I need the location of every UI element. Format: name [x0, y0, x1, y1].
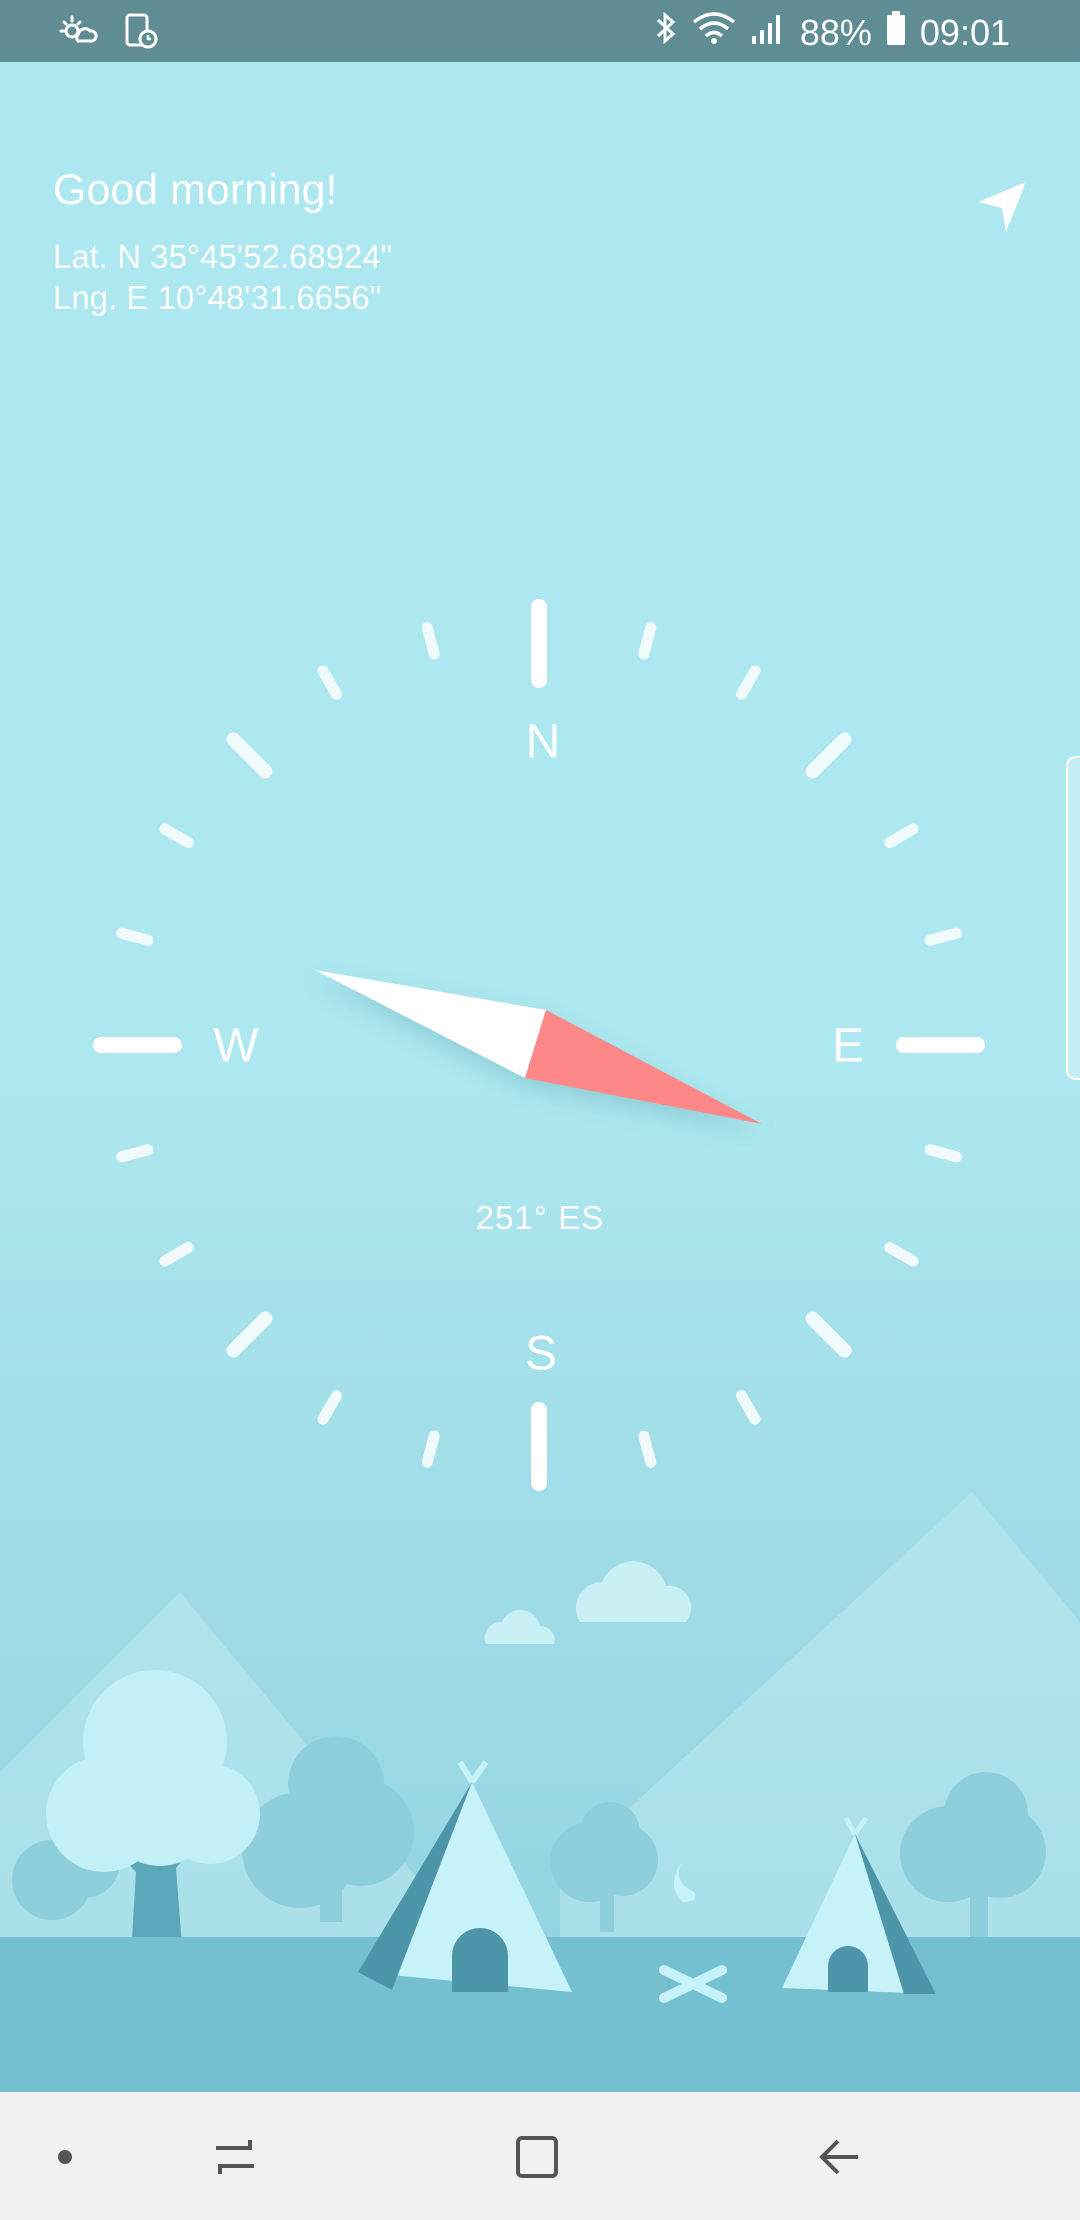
- clock: 09:01: [919, 11, 1010, 53]
- back-icon[interactable]: [794, 2122, 884, 2192]
- battery-percent: 88%: [799, 11, 872, 53]
- status-bar: 88% 09:01: [0, 0, 1080, 62]
- weather-icon: [58, 13, 98, 54]
- wifi-icon: [692, 10, 736, 55]
- signal-icon: [750, 10, 786, 55]
- bluetooth-icon: [654, 10, 678, 55]
- landscape-illustration: [0, 1492, 1080, 2092]
- dot-icon[interactable]: [20, 2122, 110, 2192]
- cloud-icon: [484, 1561, 692, 1644]
- home-icon[interactable]: [492, 2122, 582, 2192]
- battery-icon: [886, 11, 906, 54]
- recent-apps-icon[interactable]: [190, 2122, 280, 2192]
- navigation-bar: [0, 2092, 1080, 2220]
- screenshot-schedule-icon: [124, 12, 158, 55]
- compass-screen: Good morning! Lat. N 35°45'52.68924" Lng…: [0, 62, 1080, 2092]
